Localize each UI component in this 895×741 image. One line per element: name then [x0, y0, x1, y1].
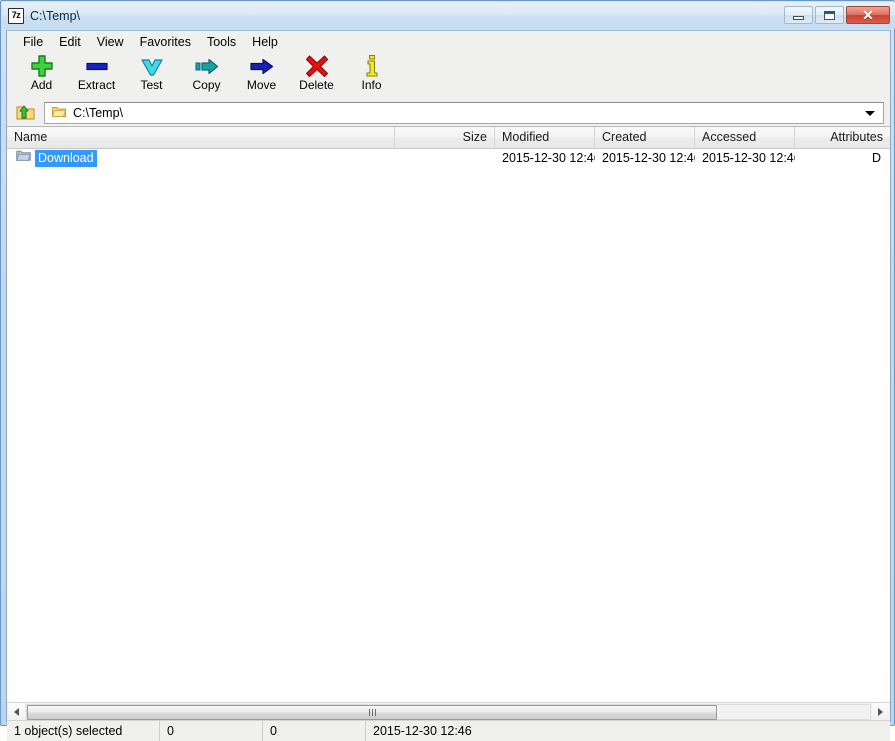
- maximize-button[interactable]: [815, 6, 844, 24]
- menu-item-favorites[interactable]: Favorites: [132, 33, 199, 51]
- maximize-icon: [824, 10, 835, 20]
- folder-icon: [51, 106, 67, 121]
- toolbar: Add Extract Test Copy Move Delete Info: [7, 52, 890, 100]
- status-bar: 1 object(s) selected 0 0 2015-12-30 12:4…: [7, 720, 890, 741]
- table-row[interactable]: Download 2015-12-30 12:46 2015-12-30 12:…: [7, 149, 890, 168]
- chevron-down-icon[interactable]: [865, 111, 875, 116]
- horizontal-scrollbar[interactable]: [7, 702, 890, 720]
- file-list: Name Size Modified Created Accessed Attr…: [7, 126, 890, 702]
- toolbar-button-info[interactable]: Info: [344, 52, 399, 98]
- toolbar-button-delete[interactable]: Delete: [289, 52, 344, 98]
- minimize-icon: [793, 15, 804, 20]
- column-header-accessed[interactable]: Accessed: [695, 127, 795, 148]
- file-attributes-cell: D: [871, 151, 881, 165]
- toolbar-label-move: Move: [246, 78, 277, 92]
- path-combobox[interactable]: C:\Temp\: [44, 102, 884, 124]
- move-arrow-icon: [249, 52, 275, 80]
- column-header-size[interactable]: Size: [395, 127, 495, 148]
- file-modified-cell: 2015-12-30 12:46: [502, 151, 595, 165]
- toolbar-button-extract[interactable]: Extract: [69, 52, 124, 98]
- up-one-level-button[interactable]: [11, 101, 41, 125]
- column-header-name[interactable]: Name: [7, 127, 395, 148]
- grip-icon: [368, 709, 376, 716]
- chevron-down-icon: [139, 52, 165, 80]
- address-bar: C:\Temp\: [7, 100, 890, 126]
- copy-arrow-icon: [194, 52, 220, 80]
- folder-icon: [16, 149, 31, 168]
- scrollbar-thumb[interactable]: [27, 705, 717, 720]
- menu-item-view[interactable]: View: [89, 33, 132, 51]
- menu-item-file[interactable]: File: [15, 33, 51, 51]
- cross-icon: [304, 52, 330, 80]
- menu-item-tools[interactable]: Tools: [199, 33, 244, 51]
- file-size-cell: [395, 149, 495, 168]
- status-selection-count: 1 object(s) selected: [14, 724, 123, 738]
- scroll-left-button[interactable]: [8, 703, 25, 720]
- up-one-level-icon: [16, 103, 36, 124]
- client-area: File Edit View Favorites Tools Help Add: [6, 30, 891, 741]
- app-icon-label: 7z: [11, 10, 21, 20]
- toolbar-label-add: Add: [30, 78, 53, 92]
- toolbar-label-copy: Copy: [192, 78, 221, 92]
- scroll-right-button[interactable]: [872, 703, 889, 720]
- status-timestamp: 2015-12-30 12:46: [365, 721, 890, 741]
- minimize-button[interactable]: [784, 6, 813, 24]
- toolbar-button-add[interactable]: Add: [14, 52, 69, 98]
- arrow-left-icon: [14, 707, 19, 716]
- menu-bar: File Edit View Favorites Tools Help: [7, 31, 890, 52]
- 7zip-file-manager-window: 7z C:\Temp\ ✕ File Edit View Favorites T…: [0, 0, 895, 741]
- menu-item-edit[interactable]: Edit: [51, 33, 89, 51]
- toolbar-label-delete: Delete: [299, 78, 334, 92]
- close-icon: ✕: [862, 7, 874, 23]
- title-bar: 7z C:\Temp\ ✕: [2, 2, 895, 29]
- toolbar-label-info: Info: [361, 78, 382, 92]
- close-button[interactable]: ✕: [846, 6, 890, 24]
- column-header-created[interactable]: Created: [595, 127, 695, 148]
- toolbar-label-test: Test: [140, 78, 163, 92]
- status-packed-size: 0: [262, 721, 365, 741]
- caption-button-group: ✕: [784, 6, 890, 24]
- toolbar-label-extract: Extract: [77, 78, 116, 92]
- arrow-right-icon: [878, 707, 883, 716]
- menu-item-help[interactable]: Help: [244, 33, 286, 51]
- toolbar-button-move[interactable]: Move: [234, 52, 289, 98]
- file-name-label: Download: [35, 150, 97, 167]
- file-name-cell[interactable]: Download: [7, 149, 395, 168]
- window-frame: 7z C:\Temp\ ✕ File Edit View Favorites T…: [1, 1, 895, 741]
- file-created-cell: 2015-12-30 12:46: [602, 151, 695, 165]
- path-text: C:\Temp\: [73, 106, 124, 120]
- file-accessed-cell: 2015-12-30 12:46: [702, 151, 795, 165]
- info-icon: [359, 52, 385, 80]
- minus-bar-icon: [84, 52, 110, 80]
- toolbar-button-test[interactable]: Test: [124, 52, 179, 98]
- app-icon-7z: 7z: [8, 7, 24, 24]
- status-total-size: 0: [159, 721, 262, 741]
- toolbar-button-copy[interactable]: Copy: [179, 52, 234, 98]
- column-header-attributes[interactable]: Attributes: [795, 127, 890, 148]
- column-header-row: Name Size Modified Created Accessed Attr…: [7, 127, 890, 149]
- column-header-modified[interactable]: Modified: [495, 127, 595, 148]
- window-title: C:\Temp\: [30, 8, 81, 23]
- plus-icon: [29, 52, 55, 80]
